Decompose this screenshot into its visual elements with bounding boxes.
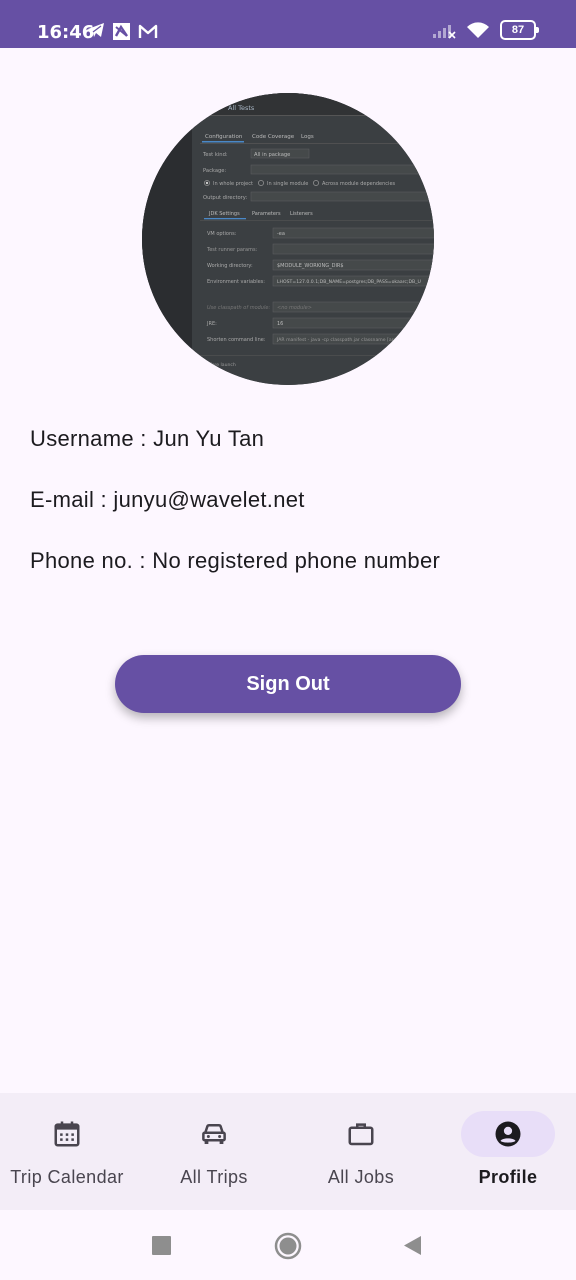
sign-out-button[interactable]: Sign Out — [115, 655, 461, 713]
nav-item-trip-calendar[interactable]: Trip Calendar — [0, 1093, 139, 1210]
avatar-setting-value: -ea — [277, 231, 285, 237]
avatar-image: All Tests Configuration Code Coverage Lo… — [142, 93, 434, 385]
avatar-setting-label: VM options: — [207, 231, 237, 237]
avatar-setting-label: Test runner params: — [206, 247, 258, 253]
account-circle-icon — [495, 1121, 521, 1147]
email-row: E-mail : junyu@wavelet.net — [30, 487, 305, 513]
nav-label: Profile — [478, 1167, 538, 1187]
avatar-setting-label: Working directory: — [207, 263, 253, 269]
avatar-subtab: JDK Settings — [208, 211, 240, 217]
avatar-setting-label: JRE: — [206, 321, 217, 327]
nav-indicator — [314, 1111, 408, 1157]
avatar-setting-label: Use classpath of module: — [207, 305, 270, 311]
nav-label: All Trips — [180, 1167, 248, 1187]
avatar-title: All Tests — [228, 104, 255, 112]
avatar-tab: Code Coverage — [252, 134, 295, 140]
nav-label: Trip Calendar — [10, 1167, 124, 1187]
avatar-footer: Before launch — [204, 362, 236, 368]
nav-item-all-trips[interactable]: All Trips — [142, 1093, 286, 1210]
car-icon — [202, 1124, 226, 1144]
avatar-setting-value: LHOST=127.0.0.1;DB_NAME=postgres;DB_PASS… — [277, 279, 421, 285]
calendar-icon — [54, 1121, 80, 1147]
home-button[interactable] — [274, 1232, 302, 1260]
avatar-subtab: Listeners — [290, 211, 313, 217]
recents-button[interactable] — [152, 1236, 171, 1255]
avatar-row-value: All in package — [254, 152, 290, 158]
avatar-setting-label: Environment variables: — [207, 279, 265, 285]
avatar-scope-option: In whole project — [213, 181, 253, 187]
nav-indicator-active — [461, 1111, 555, 1157]
gmail-icon — [138, 24, 158, 38]
avatar-row-label: Test kind: — [202, 152, 228, 158]
nav-label: All Jobs — [327, 1167, 395, 1187]
avatar-setting-value: JAR manifest - java -cp classpath.jar cl… — [276, 337, 401, 343]
telegram-icon — [88, 23, 104, 37]
avatar-setting-value: $MODULE_WORKING_DIR$ — [277, 263, 344, 269]
username-value: Jun Yu Tan — [153, 426, 265, 451]
avatar-setting-value: 16 — [277, 321, 283, 327]
phone-label: Phone no. : — [30, 548, 146, 573]
profile-avatar: All Tests Configuration Code Coverage Lo… — [142, 93, 434, 385]
nav-item-all-jobs[interactable]: All Jobs — [289, 1093, 433, 1210]
avatar-setting-label: Shorten command line: — [207, 337, 266, 343]
back-button[interactable] — [403, 1235, 422, 1256]
email-value: junyu@wavelet.net — [113, 487, 305, 512]
nav-item-profile[interactable]: Profile — [436, 1093, 576, 1210]
nav-indicator — [20, 1111, 114, 1157]
battery-indicator: 87 — [500, 20, 539, 40]
avatar-row-label: Output directory: — [203, 195, 247, 201]
status-time: 16:46 — [37, 22, 95, 43]
phone-value: No registered phone number — [152, 548, 441, 573]
avatar-tab: Configuration — [205, 134, 243, 140]
avatar-scope-option: In single module — [267, 181, 308, 187]
briefcase-icon — [348, 1123, 374, 1146]
email-label: E-mail : — [30, 487, 107, 512]
bottom-navigation: Trip Calendar All Trips All Jobs Profile — [0, 1093, 576, 1210]
username-label: Username : — [30, 426, 147, 451]
avatar-setting-value: <no module> — [277, 305, 312, 311]
status-bar: 16:46 87 — [0, 0, 576, 48]
app-icon — [113, 23, 130, 40]
signal-icon — [433, 25, 456, 39]
avatar-scope-option: Across module dependencies — [322, 181, 396, 187]
nav-indicator — [167, 1111, 261, 1157]
username-row: Username : Jun Yu Tan — [30, 426, 264, 452]
avatar-subtab: Parameters — [252, 211, 281, 217]
phone-row: Phone no. : No registered phone number — [30, 548, 440, 574]
wifi-icon — [467, 22, 489, 38]
avatar-tab: Logs — [301, 134, 314, 140]
avatar-row-label: Package: — [203, 168, 227, 174]
system-navigation-bar — [0, 1210, 576, 1280]
